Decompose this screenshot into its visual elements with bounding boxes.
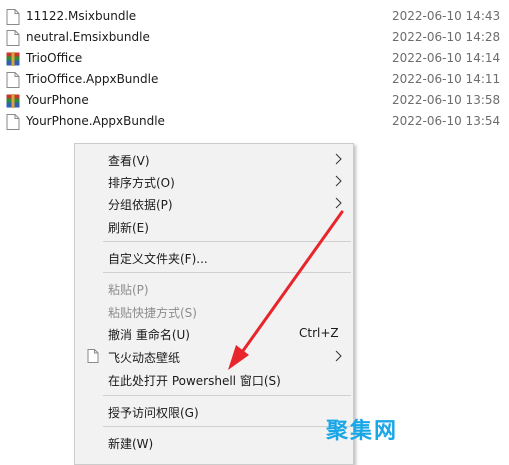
watermark-logo: 聚集网 — [326, 419, 399, 444]
annotation-arrow-icon — [228, 210, 344, 370]
